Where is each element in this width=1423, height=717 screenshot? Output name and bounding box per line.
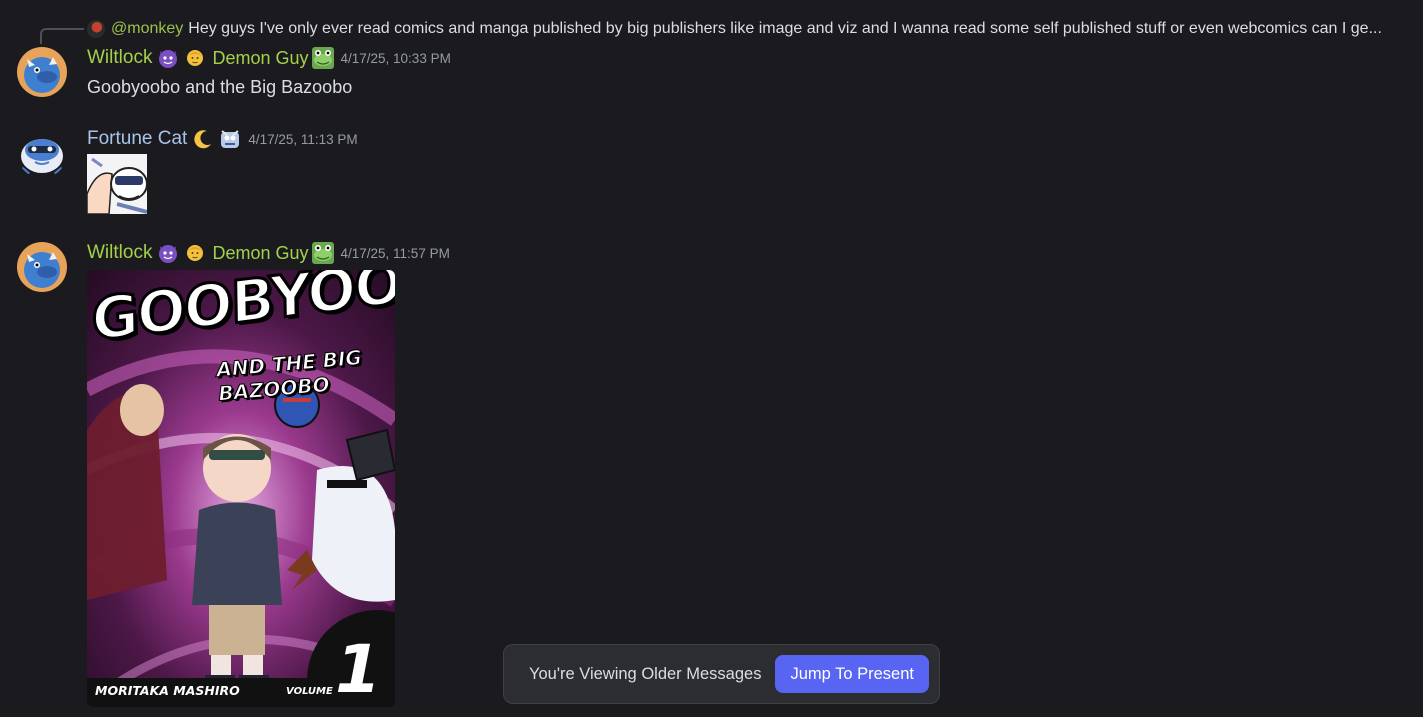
reply-text[interactable]: Hey guys I've only ever read comics and … [188,20,1382,38]
message-header: Wiltlock Demon Guy 4/17/25, 10:33 PM [87,47,451,69]
message-header: Fortune Cat 4/17/25, 11:13 PM [87,128,358,150]
person-emoji-icon [184,47,206,69]
jump-to-present-button[interactable]: Jump To Present [775,655,929,693]
cover-volume-number: 1 [335,631,381,707]
avatar-image [17,47,67,97]
frog-emoji-icon [311,47,334,69]
reply-reference[interactable]: @monkey Hey guys I've only ever read com… [87,18,1417,40]
purple-demon-emoji-icon [157,242,179,264]
reply-connector [40,28,84,44]
reply-avatar[interactable] [87,20,105,38]
username[interactable]: Fortune Cat [87,128,187,150]
timestamp[interactable]: 4/17/25, 11:13 PM [248,132,357,147]
avatar[interactable] [17,128,67,178]
avatar-image [17,242,67,292]
cover-author: MORITAKA MASHIRO [95,683,240,698]
older-messages-text: You're Viewing Older Messages [529,664,762,683]
message-content: Goobyoobo and the Big Bazoobo [87,77,353,97]
purple-demon-emoji-icon [157,47,179,69]
avatar-image [17,128,67,178]
sticker-image[interactable] [87,154,147,214]
avatar[interactable] [17,47,67,97]
older-messages-bar: You're Viewing Older Messages Jump To Pr… [503,644,940,704]
timestamp[interactable]: 4/17/25, 10:33 PM [341,51,451,66]
chat-messages: @monkey Hey guys I've only ever read com… [0,0,1423,717]
person-emoji-icon [184,242,206,264]
timestamp[interactable]: 4/17/25, 11:57 PM [341,246,450,261]
username[interactable]: Wiltlock [87,47,152,69]
role-tag[interactable]: Demon Guy [212,48,308,69]
cover-volume-label: VOLUME [286,686,333,697]
image-attachment[interactable]: GOOBYOOBO AND THE BIG BAZOOBO MORITAKA M… [87,270,395,707]
role-tag[interactable]: Demon Guy [212,243,308,264]
avatar[interactable] [17,242,67,292]
reply-author[interactable]: @monkey [111,20,183,38]
username[interactable]: Wiltlock [87,242,152,264]
message-header: Wiltlock Demon Guy 4/17/25, 11:57 PM [87,242,450,264]
frog-emoji-icon [311,242,334,264]
sticker-emoji-icon [219,128,241,150]
crescent-moon-emoji-icon [192,128,214,150]
